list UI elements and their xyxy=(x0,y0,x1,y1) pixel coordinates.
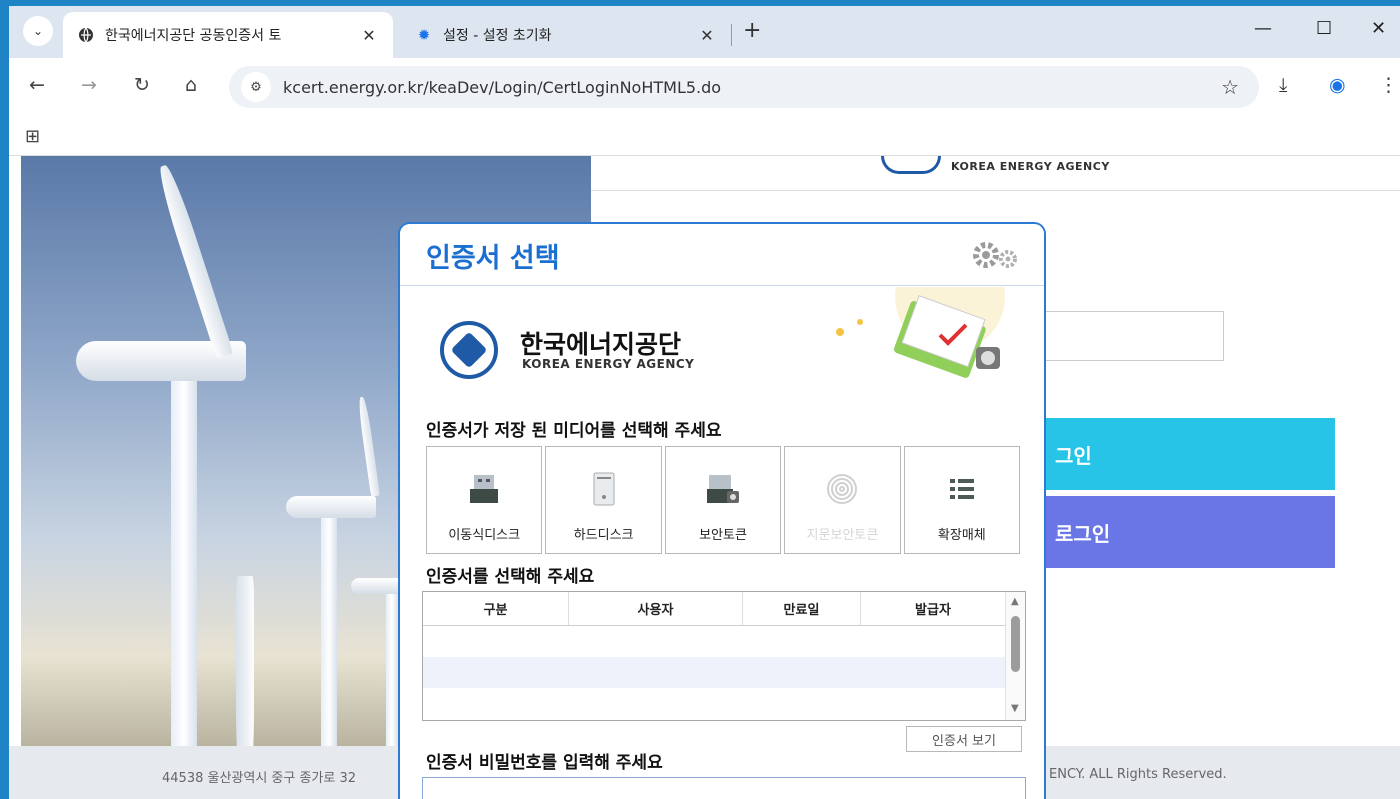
media-label: 지문보안토큰 xyxy=(806,528,879,543)
new-tab-button[interactable]: + xyxy=(743,18,761,43)
reload-button[interactable]: ↻ xyxy=(134,74,150,96)
minimize-button[interactable]: — xyxy=(1254,18,1272,39)
table-row[interactable] xyxy=(423,626,1025,657)
scroll-down-icon[interactable]: ▼ xyxy=(1011,703,1019,714)
table-row[interactable] xyxy=(423,657,1025,688)
usb-drive-icon xyxy=(464,469,504,515)
media-label: 이동식디스크 xyxy=(448,528,521,543)
view-certificate-button[interactable]: 인증서 보기 xyxy=(906,726,1022,752)
table-scrollbar[interactable]: ▲ ▼ xyxy=(1005,592,1025,720)
folder-lock-illustration xyxy=(780,242,1030,387)
agency-name: 한국에너지공단 xyxy=(520,330,682,359)
media-label: 확장매체 xyxy=(937,528,986,543)
media-security-token-button[interactable]: 보안토큰 xyxy=(664,446,782,554)
certificate-login-button[interactable]: 그인 xyxy=(1039,418,1335,490)
media-hard-disk-button[interactable]: 하드디스크 xyxy=(545,446,662,554)
url-text[interactable]: kcert.energy.or.kr/keaDev/Login/CertLogi… xyxy=(283,78,721,97)
certificate-password-input[interactable] xyxy=(422,777,1026,799)
media-label: 보안토큰 xyxy=(699,528,747,543)
address-toolbar: ← → ↻ ⌂ ⚙ kcert.energy.or.kr/keaDev/Logi… xyxy=(9,58,1400,118)
menu-icon[interactable]: ⋮ xyxy=(1379,74,1398,96)
certificate-select-dialog: 인증서 선택 한국에너지공단 KOREA ENERGY AGENCY 인증서가 … xyxy=(398,222,1046,799)
agency-logo-icon xyxy=(440,321,498,379)
turbine-tower xyxy=(171,366,197,746)
fingerprint-icon xyxy=(822,469,862,515)
column-header-user[interactable]: 사용자 xyxy=(569,592,743,625)
close-window-button[interactable]: ✕ xyxy=(1371,18,1386,39)
back-button[interactable]: ← xyxy=(29,74,45,96)
column-header-expiry[interactable]: 만료일 xyxy=(743,592,861,625)
home-button[interactable]: ⌂ xyxy=(185,74,197,96)
hard-disk-icon xyxy=(584,469,624,515)
site-info-icon[interactable]: ⚙ xyxy=(241,72,271,102)
scrollbar-thumb[interactable] xyxy=(1011,616,1020,672)
turbine-blade xyxy=(357,396,380,497)
download-icon[interactable]: ⤓ xyxy=(1279,74,1287,96)
cert-prompt: 인증서를 선택해 주세요 xyxy=(426,567,595,587)
settings-gear-icon[interactable] xyxy=(970,238,1022,280)
scroll-up-icon[interactable]: ▲ xyxy=(1011,596,1019,607)
tab-separator xyxy=(731,24,732,46)
login-id-input[interactable] xyxy=(1039,311,1224,361)
footer-address: 44538 울산광역시 중구 종가로 32 xyxy=(162,771,357,786)
maximize-button[interactable]: ☐ xyxy=(1316,18,1332,39)
column-header-issuer[interactable]: 발급자 xyxy=(861,592,1005,625)
tab-title: 설정 - 설정 초기화 xyxy=(443,28,552,44)
media-removable-disk-button[interactable]: 이동식디스크 xyxy=(426,446,543,554)
password-prompt: 인증서 비밀번호를 입력해 주세요 xyxy=(426,753,663,773)
simple-login-button[interactable]: 로그인 xyxy=(1039,496,1335,568)
agency-logo-icon xyxy=(881,156,941,174)
list-icon xyxy=(942,469,982,515)
turbine-nacelle xyxy=(286,496,376,518)
security-token-icon xyxy=(703,469,743,515)
tab-strip: ⌄ 한국에너지공단 공동인증서 토 ✕ ✹ 설정 - 설정 초기화 ✕ + — … xyxy=(9,6,1400,58)
media-fingerprint-token-button[interactable]: 지문보안토큰 xyxy=(784,446,901,554)
chevron-down-icon: ⌄ xyxy=(32,24,44,38)
address-bar[interactable]: ⚙ kcert.energy.or.kr/keaDev/Login/CertLo… xyxy=(229,66,1259,108)
table-header: 구분 사용자 만료일 발급자 xyxy=(423,592,1025,626)
tab-search-button[interactable]: ⌄ xyxy=(23,16,53,46)
apps-grid-icon[interactable]: ⊞ xyxy=(25,126,40,147)
header-agency-name: KOREA ENERGY AGENCY xyxy=(951,160,1110,173)
media-prompt: 인증서가 저장 된 미디어를 선택해 주세요 xyxy=(426,421,722,441)
globe-icon xyxy=(77,26,95,44)
gear-icon: ✹ xyxy=(417,26,431,44)
media-selector: 이동식디스크 하드디스크 보안토큰 지문보안토큰 확장매체 xyxy=(426,446,1021,554)
footer-copyright: ENCY. ALL Rights Reserved. xyxy=(1049,767,1227,782)
dialog-title-bar: 인증서 선택 xyxy=(400,224,1044,286)
dialog-banner: 한국에너지공단 KOREA ENERGY AGENCY xyxy=(400,242,1044,397)
agency-name-english: KOREA ENERGY AGENCY xyxy=(522,357,695,371)
tab-title: 한국에너지공단 공동인증서 토 xyxy=(105,28,282,44)
close-tab-icon[interactable]: ✕ xyxy=(697,26,717,45)
tab-settings[interactable]: ✹ 설정 - 설정 초기화 ✕ xyxy=(401,12,731,58)
close-tab-icon[interactable]: ✕ xyxy=(359,26,379,45)
column-header-type[interactable]: 구분 xyxy=(423,592,569,625)
profile-icon[interactable]: ◉ xyxy=(1329,74,1346,96)
forward-button[interactable]: → xyxy=(81,74,97,96)
turbine-blade xyxy=(236,576,254,746)
bookmarks-bar: ⊞ xyxy=(9,118,1400,156)
site-header: KOREA ENERGY AGENCY xyxy=(591,156,1400,191)
media-label: 하드디스크 xyxy=(573,528,634,543)
tab-certificate-login[interactable]: 한국에너지공단 공동인증서 토 ✕ xyxy=(63,12,393,58)
turbine-tower xyxy=(386,586,398,746)
bookmark-star-icon[interactable]: ☆ xyxy=(1221,75,1239,99)
turbine-blade xyxy=(154,163,234,359)
dialog-title: 인증서 선택 xyxy=(426,243,560,274)
certificate-table[interactable]: 구분 사용자 만료일 발급자 ▲ ▼ xyxy=(422,591,1026,721)
media-extended-button[interactable]: 확장매체 xyxy=(903,446,1021,554)
turbine-tower xyxy=(321,506,337,746)
table-row[interactable] xyxy=(423,688,1025,719)
